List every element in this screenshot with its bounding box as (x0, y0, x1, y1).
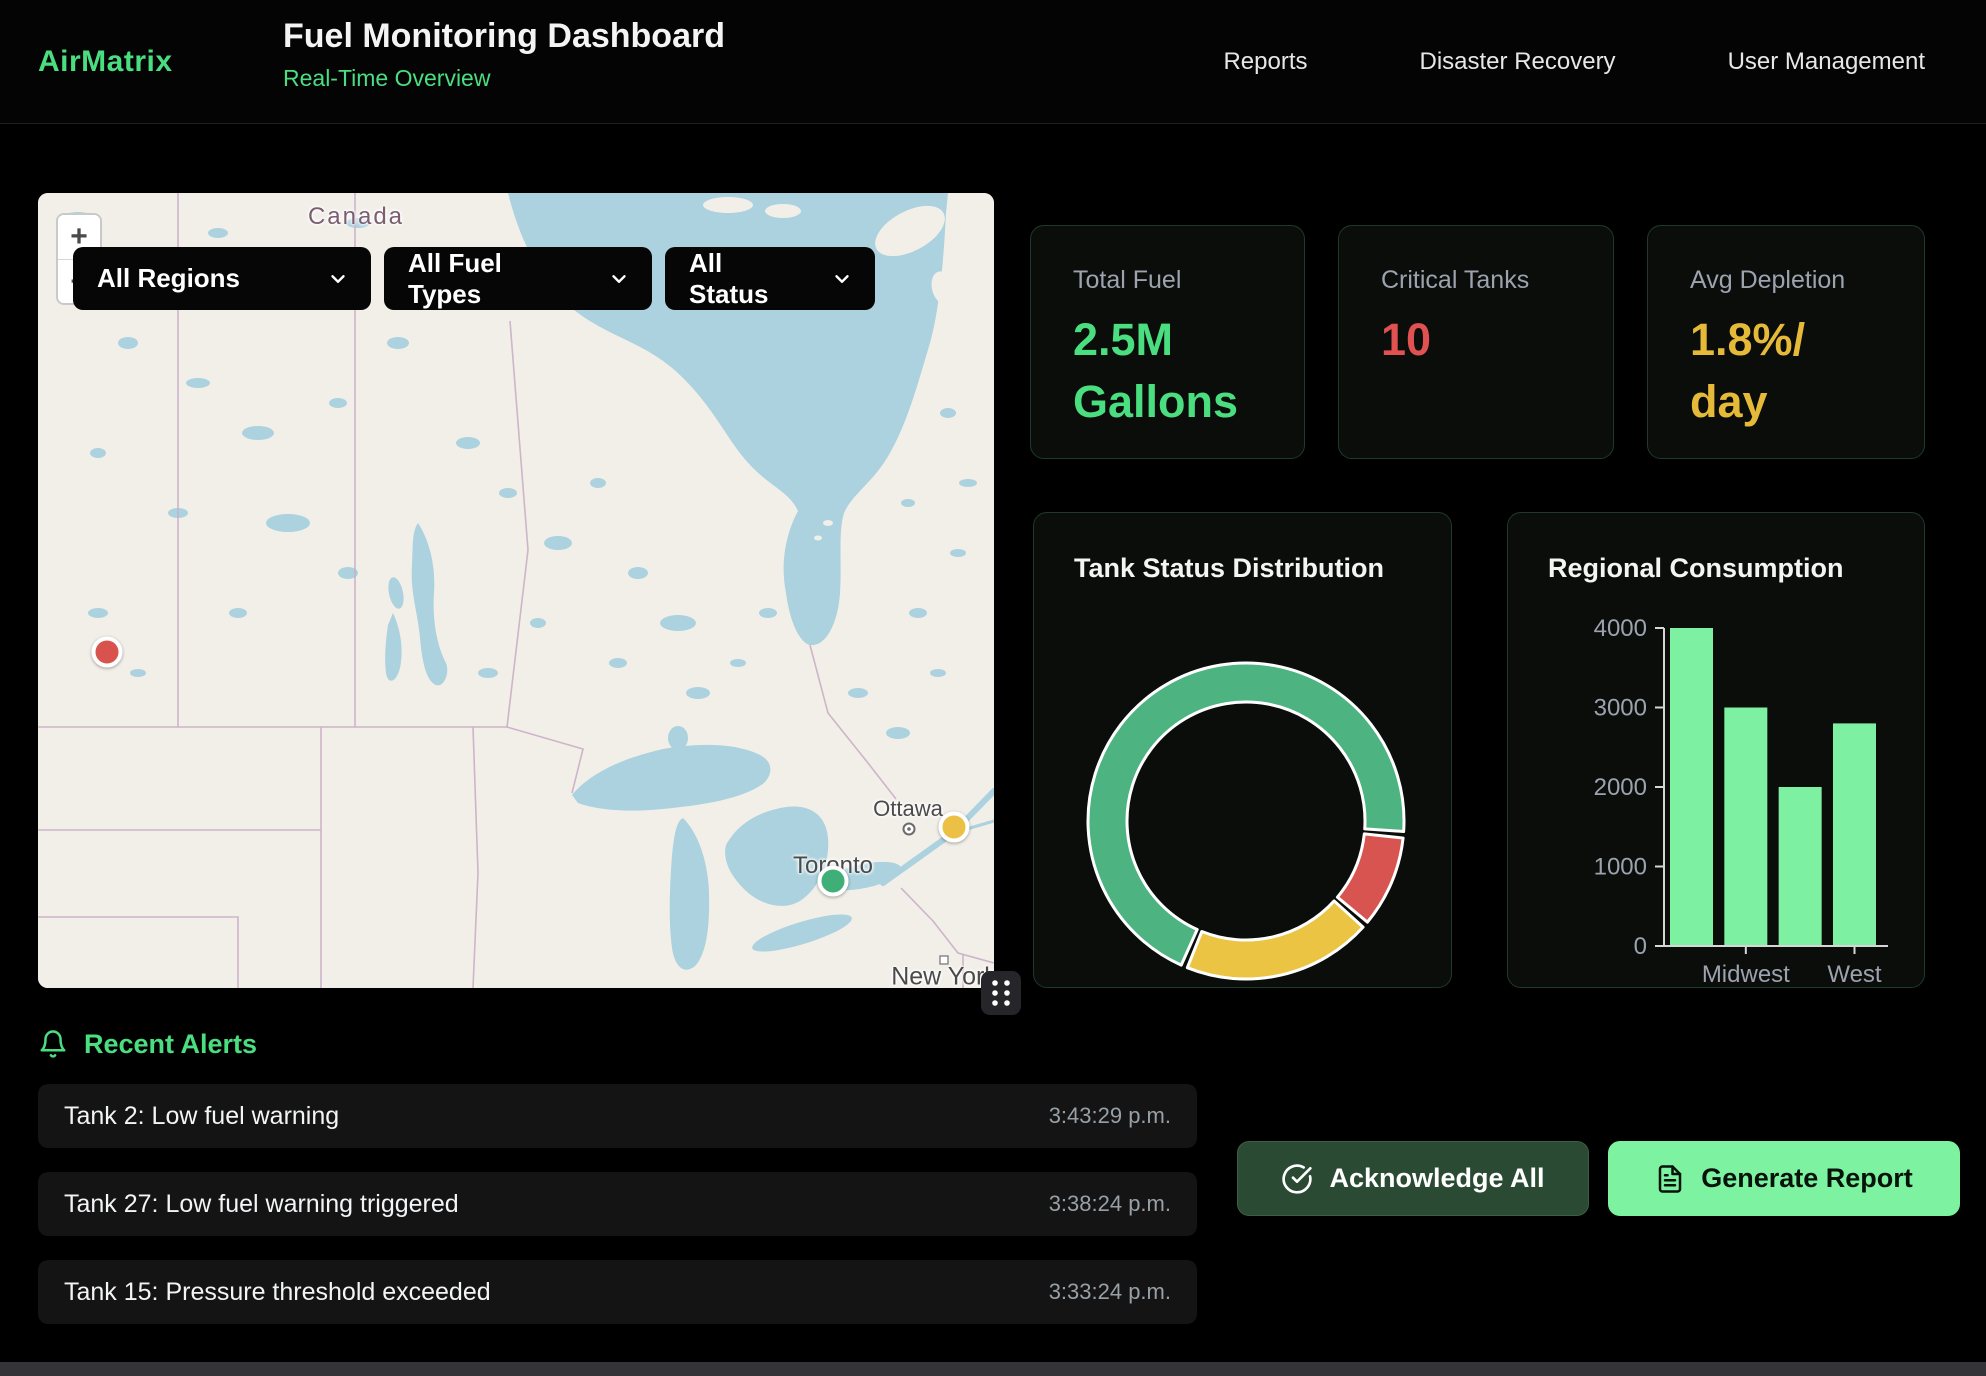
svg-text:0: 0 (1634, 933, 1647, 960)
chevron-down-icon (582, 268, 630, 290)
file-text-icon (1655, 1163, 1685, 1195)
status-dropdown[interactable]: All Status (665, 247, 875, 310)
stat-card-total-fuel: Total Fuel 2.5MGallons (1030, 225, 1305, 459)
stat-label: Avg Depletion (1690, 266, 1894, 295)
regions-dropdown[interactable]: All Regions (73, 247, 371, 310)
bell-icon (38, 1028, 68, 1060)
stat-label: Critical Tanks (1381, 266, 1583, 295)
app-header: AirMatrix Fuel Monitoring Dashboard Real… (0, 0, 1986, 124)
donut-segment-1 (1337, 834, 1403, 922)
tank-marker-normal[interactable] (818, 866, 849, 897)
svg-text:West: West (1827, 961, 1882, 988)
tank-marker-warning[interactable] (939, 812, 970, 843)
alert-time: 3:33:24 p.m. (1049, 1279, 1171, 1305)
regions-dropdown-value: All Regions (97, 263, 240, 294)
ottawa-town-dot (904, 824, 915, 835)
stat-card-critical-tanks: Critical Tanks 10 (1338, 225, 1614, 459)
brand-logo: AirMatrix (38, 0, 173, 124)
acknowledge-all-button[interactable]: Acknowledge All (1237, 1141, 1589, 1216)
alert-row[interactable]: Tank 15: Pressure threshold exceeded 3:3… (38, 1260, 1197, 1324)
chevron-down-icon (805, 268, 853, 290)
page-subtitle: Real-Time Overview (283, 65, 725, 92)
bottom-bar (0, 1362, 1986, 1376)
fuel-map[interactable]: Canada Ottawa Toronto New York + − (38, 193, 994, 988)
recent-alerts-header: Recent Alerts (38, 1028, 257, 1060)
bar-2 (1779, 787, 1822, 946)
nav-reports[interactable]: Reports (1223, 48, 1307, 76)
drag-handle[interactable] (981, 971, 1021, 1015)
map-filter-bar: All Regions All Fuel Types All Status (73, 247, 875, 310)
alert-time: 3:38:24 p.m. (1049, 1191, 1171, 1217)
generate-report-button[interactable]: Generate Report (1608, 1141, 1960, 1216)
tank-marker-critical[interactable] (92, 637, 123, 668)
recent-alerts-title: Recent Alerts (84, 1029, 257, 1060)
svg-text:2000: 2000 (1594, 774, 1647, 801)
fuel-types-dropdown-value: All Fuel Types (408, 248, 582, 310)
status-dropdown-value: All Status (689, 248, 805, 310)
fuel-types-dropdown[interactable]: All Fuel Types (384, 247, 652, 310)
donut-segment-2 (1187, 901, 1363, 979)
bar-3 (1833, 723, 1876, 946)
map-label-new-york: New York (891, 963, 994, 989)
stat-card-avg-depletion: Avg Depletion 1.8%/day (1647, 225, 1925, 459)
page-title-block: Fuel Monitoring Dashboard Real-Time Over… (283, 17, 725, 92)
nav-user-management[interactable]: User Management (1728, 48, 1925, 76)
tank-status-chart-card: Tank Status Distribution (1033, 512, 1452, 988)
top-nav: Reports Disaster Recovery User Managemen… (1223, 0, 1925, 124)
chevron-down-icon (301, 268, 349, 290)
alert-text: Tank 27: Low fuel warning triggered (64, 1190, 459, 1219)
alert-row[interactable]: Tank 27: Low fuel warning triggered 3:38… (38, 1172, 1197, 1236)
svg-text:4000: 4000 (1594, 615, 1647, 642)
map-label-ottawa: Ottawa (873, 796, 943, 822)
regional-consumption-chart-card: Regional Consumption 01000200030004000Mi… (1507, 512, 1925, 988)
stat-label: Total Fuel (1073, 266, 1274, 295)
svg-text:1000: 1000 (1594, 854, 1647, 881)
bar-0 (1670, 628, 1713, 946)
alert-row[interactable]: Tank 2: Low fuel warning 3:43:29 p.m. (38, 1084, 1197, 1148)
bar-1 (1724, 708, 1767, 947)
svg-text:3000: 3000 (1594, 695, 1647, 722)
svg-text:Midwest: Midwest (1702, 961, 1790, 988)
regional-consumption-bar-chart: 0 1000 2000 3000 4000 Midwest West (1508, 513, 1926, 989)
tank-status-donut-chart (1034, 513, 1453, 989)
stat-value: 1.8%/day (1690, 309, 1894, 433)
map-label-canada: Canada (308, 203, 404, 231)
stat-value: 10 (1381, 309, 1583, 371)
check-circle-icon (1281, 1163, 1313, 1195)
alert-text: Tank 15: Pressure threshold exceeded (64, 1278, 491, 1307)
alert-text: Tank 2: Low fuel warning (64, 1102, 339, 1131)
nav-disaster-recovery[interactable]: Disaster Recovery (1420, 48, 1616, 76)
stat-value: 2.5MGallons (1073, 309, 1274, 433)
alert-time: 3:43:29 p.m. (1049, 1103, 1171, 1129)
page-title: Fuel Monitoring Dashboard (283, 17, 725, 56)
